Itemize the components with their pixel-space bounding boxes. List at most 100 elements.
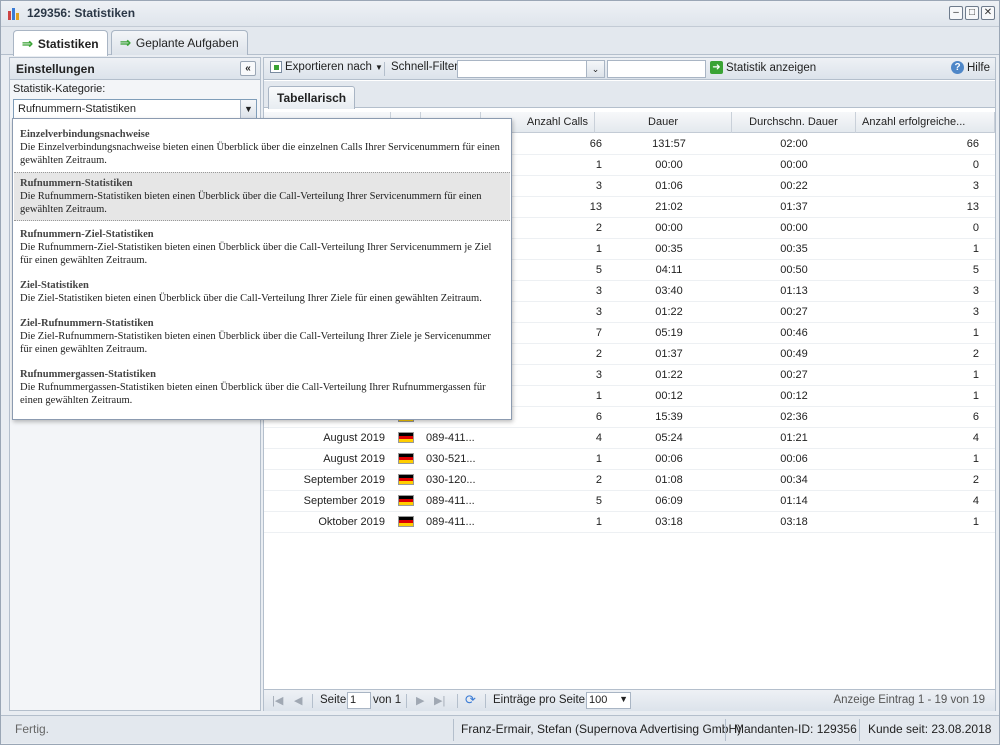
cell-successful: 1	[972, 327, 979, 339]
cell-duration: 00:12	[655, 390, 683, 402]
cell-period: August 2019	[323, 453, 385, 465]
option-title: Rufnummergassen-Statistiken	[20, 369, 156, 380]
first-page-icon[interactable]: |◀	[272, 694, 283, 707]
pager-separator	[312, 694, 313, 708]
cell-number: 089-411...	[426, 432, 475, 444]
column-header-successful[interactable]: Anzahl erfolgreiche...	[856, 112, 995, 133]
pager-info: Anzeige Eintrag 1 - 19 von 19	[833, 694, 985, 706]
customer-since: Kunde seit: 23.08.2018	[868, 722, 992, 736]
page-input[interactable]: 1	[347, 692, 371, 709]
app-icon	[8, 8, 19, 20]
chevron-down-icon[interactable]: ▼	[240, 100, 256, 118]
dropdown-option-selected[interactable]: Rufnummern-Statistiken Die Rufnummern-St…	[14, 172, 510, 221]
column-header-duration[interactable]: Dauer	[595, 112, 732, 133]
cell-avg-duration: 00:12	[780, 390, 808, 402]
table-row[interactable]: September 2019 089-411... 5 06:09 01:14 4	[264, 491, 995, 512]
column-header-avg-duration[interactable]: Durchschn. Dauer	[732, 112, 856, 133]
tab-geplante-aufgaben[interactable]: ⇒ Geplante Aufgaben	[111, 30, 248, 55]
cell-successful: 5	[972, 264, 979, 276]
export-button[interactable]: Exportieren nach ▼	[270, 61, 383, 73]
status-separator	[453, 719, 454, 741]
tab-label: Statistiken	[37, 36, 99, 51]
cell-avg-duration: 00:35	[780, 243, 808, 255]
minimize-icon[interactable]: –	[949, 6, 963, 20]
cell-calls: 6	[595, 411, 602, 423]
cell-period: September 2019	[303, 474, 385, 486]
category-label: Statistik-Kategorie:	[13, 83, 106, 95]
tab-tabellarisch[interactable]: Tabellarisch	[268, 86, 356, 109]
option-title: Ziel-Statistiken	[20, 280, 89, 291]
option-description: Die Ziel-Statistiken bieten einen Überbl…	[20, 293, 482, 304]
close-icon[interactable]: ✕	[981, 6, 995, 20]
cell-avg-duration: 01:13	[780, 285, 808, 297]
prev-page-icon[interactable]: ◀	[294, 694, 302, 707]
option-description: Die Rufnummergassen-Statistiken bieten e…	[20, 382, 486, 406]
cell-successful: 0	[972, 159, 979, 171]
dropdown-option[interactable]: Einzelverbindungsnachweise Die Einzelver…	[14, 124, 510, 171]
per-page-label: Einträge pro Seite:	[493, 694, 589, 706]
cell-avg-duration: 00:49	[780, 348, 808, 360]
app-window: 129356: Statistiken – □ ✕ ⇒ Statistiken …	[0, 0, 1000, 745]
cell-duration: 03:18	[655, 516, 683, 528]
option-title: Ziel-Rufnummern-Statistiken	[20, 318, 154, 329]
category-select[interactable]: Rufnummern-Statistiken ▼	[13, 99, 257, 119]
cell-successful: 1	[972, 243, 979, 255]
table-row[interactable]: Oktober 2019 089-411... 1 03:18 03:18 1	[264, 512, 995, 533]
toolbar-separator	[384, 62, 385, 76]
table-row[interactable]: August 2019 089-411... 4 05:24 01:21 4	[264, 428, 995, 449]
option-description: Die Rufnummern-Statistiken bieten einen …	[20, 191, 482, 215]
cell-duration: 15:39	[655, 411, 683, 423]
next-page-icon[interactable]: ▶	[416, 694, 424, 707]
cell-avg-duration: 00:27	[780, 306, 808, 318]
quickfilter-combo[interactable]: ⌄	[457, 60, 605, 78]
show-statistics-button[interactable]: ➜ Statistik anzeigen	[710, 61, 816, 74]
quickfilter-input[interactable]	[607, 60, 706, 78]
help-icon: ?	[951, 61, 964, 74]
page-label: Seite	[320, 694, 347, 706]
chevron-down-icon[interactable]: ⌄	[586, 61, 604, 77]
window-title: 129356: Statistiken	[27, 6, 136, 20]
cell-duration: 05:19	[655, 327, 683, 339]
category-dropdown: Einzelverbindungsnachweise Die Einzelver…	[12, 118, 512, 420]
collapse-icon[interactable]: «	[240, 61, 256, 76]
main-tabbar: ⇒ Statistiken ⇒ Geplante Aufgaben	[1, 27, 999, 56]
cell-duration: 01:08	[655, 474, 683, 486]
help-button[interactable]: ? Hilfe	[951, 61, 990, 74]
arrow-right-icon: ⇒	[22, 35, 33, 51]
dropdown-option[interactable]: Rufnummergassen-Statistiken Die Rufnumme…	[14, 364, 510, 411]
cell-successful: 3	[972, 180, 979, 192]
germany-flag-icon	[398, 516, 414, 527]
dropdown-option[interactable]: Rufnummern-Ziel-Statistiken Die Rufnumme…	[14, 224, 510, 271]
cell-avg-duration: 00:27	[780, 369, 808, 381]
user-info: Franz-Ermair, Stefan (Supernova Advertis…	[461, 722, 742, 736]
cell-calls: 3	[595, 285, 602, 297]
germany-flag-icon	[398, 432, 414, 443]
maximize-icon[interactable]: □	[965, 6, 979, 20]
cell-duration: 01:22	[655, 369, 683, 381]
page-of-label: von 1	[373, 694, 402, 706]
per-page-select[interactable]: 100 ▼	[586, 692, 631, 709]
cell-avg-duration: 00:06	[780, 453, 808, 465]
cell-duration: 06:09	[655, 495, 683, 507]
dropdown-option[interactable]: Ziel-Rufnummern-Statistiken Die Ziel-Ruf…	[14, 313, 510, 360]
table-row[interactable]: August 2019 030-521... 1 00:06 00:06 1	[264, 449, 995, 470]
dropdown-option[interactable]: Ziel-Statistiken Die Ziel-Statistiken bi…	[14, 275, 510, 309]
cell-avg-duration: 02:00	[780, 138, 808, 150]
cell-successful: 1	[972, 453, 979, 465]
option-title: Einzelverbindungsnachweise	[20, 129, 150, 140]
tab-statistiken[interactable]: ⇒ Statistiken	[13, 30, 108, 56]
cell-avg-duration: 00:34	[780, 474, 808, 486]
cell-calls: 1	[595, 516, 602, 528]
title-bar: 129356: Statistiken – □ ✕	[1, 1, 999, 27]
cell-calls: 4	[595, 432, 602, 444]
pagination-bar: |◀ ◀ Seite 1 von 1 ▶ ▶| ⟳ Einträge pro S…	[264, 689, 995, 711]
tab-label: Geplante Aufgaben	[135, 36, 239, 50]
settings-title: Einstellungen	[16, 62, 95, 76]
status-text: Fertig.	[15, 722, 50, 736]
last-page-icon[interactable]: ▶|	[434, 694, 445, 707]
per-page-value: 100	[589, 694, 608, 706]
table-row[interactable]: September 2019 030-120... 2 01:08 00:34 2	[264, 470, 995, 491]
cell-calls: 3	[595, 369, 602, 381]
settings-header: Einstellungen «	[10, 58, 260, 80]
refresh-icon[interactable]: ⟳	[465, 692, 476, 708]
